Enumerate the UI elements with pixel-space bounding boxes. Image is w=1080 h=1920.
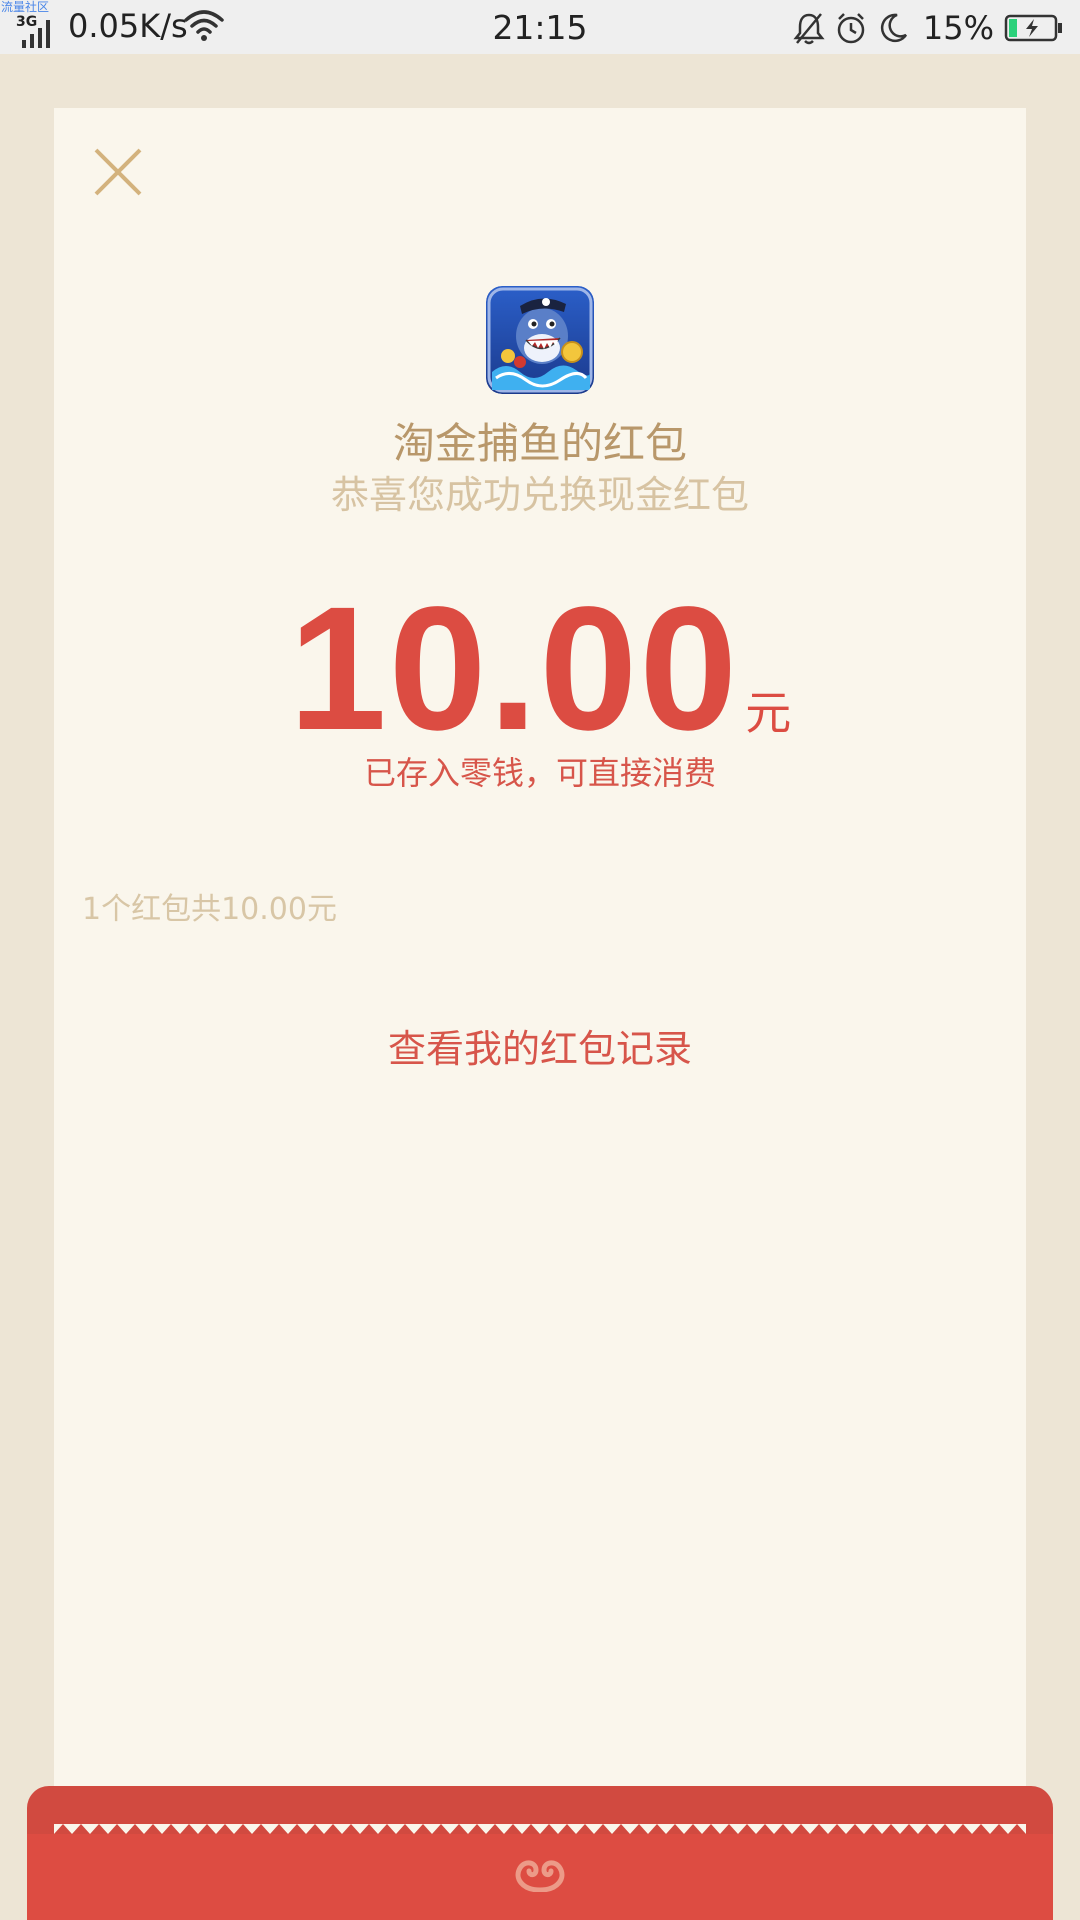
battery-charging-icon [1004,13,1064,43]
status-bar: 流量社区 3G 0.05K/s 21:15 15% [0,0,1080,54]
close-icon[interactable] [90,144,146,200]
alarm-icon [835,11,867,45]
mute-bell-icon [793,11,825,45]
stored-note: 已存入零钱，可直接消费 [363,754,716,792]
sender-title: 淘金捕鱼的红包 [392,419,687,468]
currency-label: 元 [745,686,792,740]
view-history-link[interactable]: 查看我的红包记录 [54,1018,1026,1073]
moon-icon [877,11,909,45]
zigzag-edge [54,1824,1026,1834]
battery-percent: 15% [922,9,994,47]
envelope-logo-icon [510,1850,570,1893]
close-button[interactable] [90,144,146,200]
amount-row: 10.00 元 [54,568,1026,770]
status-icons: 15% [793,8,1064,48]
subtitle: 恭喜您成功兑换现金红包 [330,473,749,517]
shark-game-icon [486,286,594,394]
red-packet-card: 淘金捕鱼的红包 恭喜您成功兑换现金红包 10.00 元 已存入零钱，可直接消费 1… [54,108,1026,1838]
packet-summary: 1个红包共10.00元 [82,892,337,927]
amount-value: 10.00 [288,571,740,767]
